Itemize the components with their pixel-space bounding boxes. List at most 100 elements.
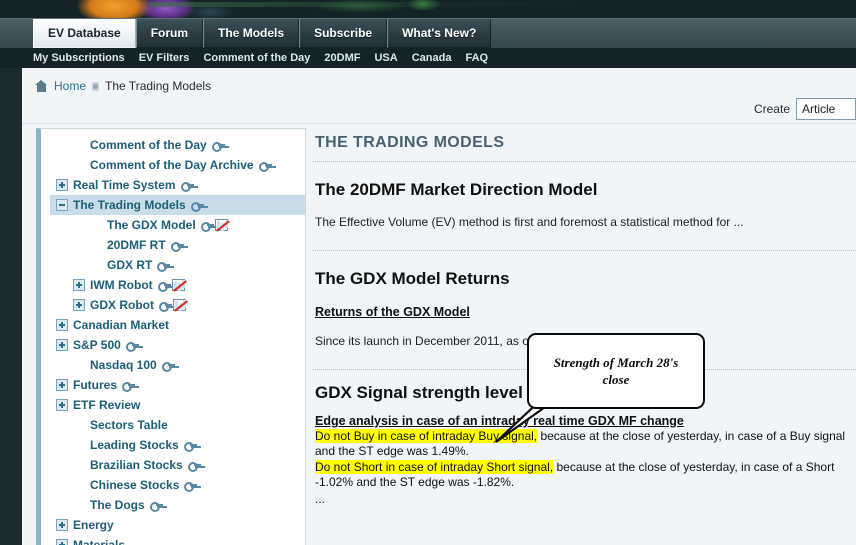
tab-subscribe[interactable]: Subscribe [299, 19, 388, 48]
sidebar-item-20dmf-rt[interactable]: 20DMF RT [50, 235, 305, 255]
create-type-select[interactable]: Article [796, 98, 856, 120]
expand-icon[interactable] [56, 319, 68, 331]
expand-icon[interactable] [73, 299, 85, 311]
expand-icon[interactable] [56, 399, 68, 411]
sidebar-item-s-p-500[interactable]: S&P 500 [50, 335, 305, 355]
tab-ev-database[interactable]: EV Database [33, 19, 136, 48]
key-icon [149, 500, 163, 512]
key-icon [184, 480, 198, 492]
sidebar-item-the-gdx-model[interactable]: The GDX Model [50, 215, 305, 235]
sidebar-item-label: ETF Review [73, 398, 141, 412]
sidebar-item-nasdaq-100[interactable]: Nasdaq 100 [50, 355, 305, 375]
subnav-faq[interactable]: FAQ [465, 52, 488, 64]
sidebar-item-energy[interactable]: Energy [50, 515, 305, 535]
sidebar-item-brazilian-stocks[interactable]: Brazilian Stocks [50, 455, 305, 475]
sidebar-item-canadian-market[interactable]: Canadian Market [50, 315, 305, 335]
edge-buy-cont: and the ST edge was 1.49%. [315, 444, 469, 458]
create-control: Create Article [754, 98, 856, 120]
home-icon [35, 80, 48, 92]
edge-ellipsis: ... [315, 492, 326, 506]
edge-buy-rest: because at the close of yesterday, in ca… [537, 429, 846, 443]
sidebar-item-label: S&P 500 [73, 338, 121, 352]
expand-icon[interactable] [56, 179, 68, 191]
sidebar-item-label: The Trading Models [73, 198, 186, 212]
key-icon [122, 380, 136, 392]
tab-what-s-new[interactable]: What's New? [387, 19, 492, 48]
sidebar-item-label: Real Time System [73, 178, 176, 192]
sidebar-item-gdx-rt[interactable]: GDX RT [50, 255, 305, 275]
key-icon [258, 160, 272, 172]
subnav-my-subscriptions[interactable]: My Subscriptions [33, 52, 125, 64]
edge-paragraph-buy: Do not Buy in case of intraday Buy signa… [313, 428, 856, 459]
sidebar-item-sectors-table[interactable]: Sectors Table [50, 415, 305, 435]
chart-icon [171, 279, 185, 291]
annotation-callout: Strength of March 28's close [527, 333, 705, 409]
sidebar-item-comment-of-the-day-archive[interactable]: Comment of the Day Archive [50, 155, 305, 175]
sidebar-item-etf-review[interactable]: ETF Review [50, 395, 305, 415]
banner-leaf-icon [400, 0, 446, 10]
breadcrumb-bar: Home The Trading Models Create Article [22, 68, 856, 120]
subnav-canada[interactable]: Canada [412, 52, 452, 64]
banner-streak [150, 2, 580, 7]
create-label: Create [753, 102, 790, 116]
sidebar-item-iwm-robot[interactable]: IWM Robot [50, 275, 305, 295]
sidebar-item-comment-of-the-day[interactable]: Comment of the Day [50, 135, 305, 155]
sidebar-item-label: Sectors Table [90, 418, 168, 432]
heading-20dmf-model: The 20DMF Market Direction Model [315, 180, 598, 199]
edge-paragraph-short: Do not Short in case of intraday Short s… [313, 459, 856, 490]
key-icon [187, 460, 201, 472]
secondary-nav-bar: My Subscriptions EV Filters Comment of the… [0, 48, 856, 68]
breadcrumb-home-link[interactable]: Home [54, 79, 86, 93]
link-returns-of-gdx-model[interactable]: Returns of the GDX Model [313, 289, 856, 319]
key-icon [125, 340, 139, 352]
key-icon [183, 440, 197, 452]
highlight-do-not-short: Do not Short in case of intraday Short s… [315, 460, 554, 474]
breadcrumb: Home The Trading Models [35, 79, 211, 93]
key-icon [157, 280, 171, 292]
expand-icon[interactable] [56, 379, 68, 391]
sidebar-item-label: Nasdaq 100 [90, 358, 157, 372]
tab-the-models[interactable]: The Models [203, 19, 300, 48]
expand-icon[interactable] [73, 279, 85, 291]
expand-icon[interactable] [56, 539, 68, 545]
sidebar-item-futures[interactable]: Futures [50, 375, 305, 395]
key-icon [161, 360, 175, 372]
sidebar-item-label: Energy [73, 518, 114, 532]
sidebar-item-label: The GDX Model [107, 218, 196, 232]
tab-forum[interactable]: Forum [135, 19, 204, 48]
sidebar-item-label: Comment of the Day [90, 138, 207, 152]
sidebar-item-chinese-stocks[interactable]: Chinese Stocks [50, 475, 305, 495]
expand-icon[interactable] [56, 519, 68, 531]
sidebar-item-materials[interactable]: Materials [50, 535, 305, 545]
key-icon [159, 300, 172, 312]
sidebar-item-the-trading-models[interactable]: The Trading Models [50, 195, 305, 215]
sidebar-item-label: GDX Robot [90, 298, 154, 312]
paragraph-20dmf-model: The Effective Volume (EV) method is firs… [315, 215, 744, 229]
sidebar-item-label: The Dogs [90, 498, 145, 512]
subnav-comment-of-the-day[interactable]: Comment of the Day [203, 52, 310, 64]
heading-gdx-model-returns: The GDX Model Returns [315, 269, 510, 288]
sidebar-item-gdx-robot[interactable]: GDX Robot [50, 295, 305, 315]
sidebar-item-leading-stocks[interactable]: Leading Stocks [50, 435, 305, 455]
chart-icon [173, 299, 186, 311]
browser-viewport: EV Database Forum The Models Subscribe What'… [0, 0, 856, 545]
subnav-usa[interactable]: USA [374, 52, 397, 64]
subnav-20dmf[interactable]: 20DMF [324, 52, 360, 64]
key-icon [170, 240, 184, 252]
sidebar-item-label: Comment of the Day Archive [90, 158, 254, 172]
chart-icon [214, 219, 228, 231]
key-icon [190, 200, 204, 212]
key-icon [157, 260, 171, 272]
sidebar-item-the-dogs[interactable]: The Dogs [50, 495, 305, 515]
key-icon [180, 180, 194, 192]
expand-icon[interactable] [56, 339, 68, 351]
key-icon [200, 220, 214, 232]
highlight-do-not-buy: Do not Buy in case of intraday Buy signa… [315, 429, 538, 443]
annotation-callout-text: Strength of March 28's close [553, 355, 679, 387]
sidebar-panel: Comment of the Day Comment of the Day Arc… [36, 128, 306, 545]
sidebar-item-real-time-system[interactable]: Real Time System [50, 175, 305, 195]
sidebar-item-label: 20DMF RT [107, 238, 166, 252]
sidebar-item-label: Canadian Market [73, 318, 170, 332]
collapse-icon[interactable] [56, 199, 68, 211]
subnav-ev-filters[interactable]: EV Filters [139, 52, 190, 64]
